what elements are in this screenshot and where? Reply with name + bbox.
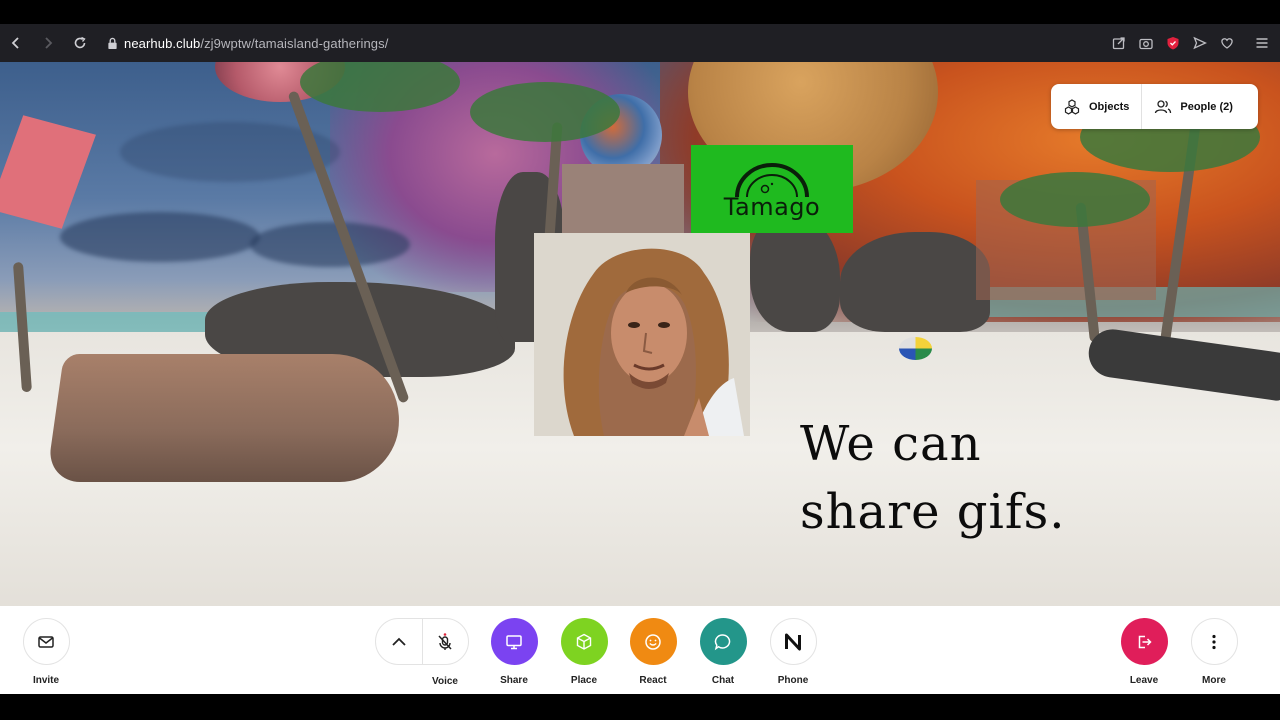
virtual-world-viewport[interactable]: Tamago We can share gifs. Objects People… [0, 62, 1280, 606]
rock [840, 232, 990, 332]
panel-object [562, 164, 684, 244]
voice-button[interactable] [421, 619, 468, 664]
send-icon [1192, 36, 1207, 50]
exit-icon [1138, 635, 1152, 648]
pink-box-object [0, 115, 96, 229]
url-domain: nearhub.club [124, 35, 201, 51]
chat-button[interactable]: Chat [693, 618, 753, 686]
voice-options-button[interactable] [376, 619, 422, 664]
chat-bubble-icon [714, 633, 731, 650]
logo-text: Tamago [723, 193, 821, 221]
place-label: Place [570, 675, 598, 686]
adblock-button[interactable] [1160, 24, 1185, 62]
menu-lines-icon [1256, 38, 1267, 48]
share-label: Share [500, 675, 528, 686]
share-button[interactable]: Share [484, 618, 544, 686]
shared-gif[interactable] [534, 233, 750, 436]
browser-toolbar: nearhub.club/zj9wptw/tamaisland-gatherin… [0, 24, 1280, 62]
screenshot-button[interactable] [1133, 24, 1158, 62]
people-button[interactable]: People (2) [1142, 84, 1245, 129]
phone-label: Phone [777, 675, 809, 686]
reload-icon [74, 36, 86, 49]
share-page-button[interactable] [1106, 24, 1131, 62]
share-page-icon [1112, 37, 1125, 50]
wooden-platform [46, 354, 409, 482]
leave-button[interactable]: Leave [1114, 618, 1174, 686]
leave-circle[interactable] [1120, 618, 1168, 665]
near-logo-icon [785, 633, 801, 650]
camera-icon [1138, 38, 1153, 50]
caption-line-1: We can [800, 416, 982, 472]
caption-text: We can share gifs. [800, 410, 1120, 546]
react-button[interactable]: React [623, 618, 683, 686]
share-circle[interactable] [490, 618, 538, 665]
shield-icon [1167, 37, 1178, 50]
tamago-logo-panel[interactable]: Tamago [691, 145, 853, 233]
caption-line-2: share gifs. [800, 484, 1066, 540]
app-frame: nearhub.club/zj9wptw/tamaisland-gatherin… [0, 0, 1280, 720]
invite-button[interactable]: Invite [16, 618, 76, 686]
cube-icon [576, 633, 592, 650]
leave-label: Leave [1129, 675, 1159, 686]
smile-icon [645, 633, 661, 650]
voice-label: Voice [432, 676, 458, 687]
chat-label: Chat [711, 675, 735, 686]
url-path: /zj9wptw/tamaisland-gatherings/ [200, 35, 389, 51]
mail-icon [38, 635, 54, 648]
react-label: React [639, 675, 667, 686]
favorite-button[interactable] [1214, 24, 1239, 62]
bottom-toolbar: Invite Voice Share Place React Chat Phon… [0, 606, 1280, 694]
more-button[interactable]: More [1184, 618, 1244, 686]
palm-fronds [1000, 172, 1150, 227]
more-circle[interactable] [1190, 618, 1238, 665]
more-label: More [1202, 675, 1226, 686]
objects-label: Objects [1089, 100, 1130, 113]
monitor-icon [506, 634, 522, 649]
objects-button[interactable]: Objects [1051, 84, 1141, 129]
chevron-up-icon [392, 637, 406, 646]
voice-control-group [375, 618, 469, 665]
people-label: People (2) [1180, 100, 1233, 113]
phone-button[interactable]: Phone [763, 618, 823, 686]
place-circle[interactable] [560, 618, 608, 665]
beach-ball[interactable] [899, 337, 932, 360]
heart-icon [1220, 38, 1233, 49]
address-bar[interactable]: nearhub.club/zj9wptw/tamaisland-gatherin… [100, 24, 388, 62]
back-button[interactable] [0, 24, 32, 62]
browser-menu-button[interactable] [1249, 24, 1274, 62]
mic-off-icon [438, 632, 453, 650]
invite-circle[interactable] [22, 618, 70, 665]
reload-button[interactable] [64, 24, 96, 62]
cloud [250, 222, 410, 267]
react-circle[interactable] [629, 618, 677, 665]
letterbox-bottom [0, 694, 1280, 720]
phone-circle[interactable] [769, 618, 817, 665]
chevron-right-icon [45, 37, 53, 49]
place-button[interactable]: Place [554, 618, 614, 686]
chat-circle[interactable] [699, 618, 747, 665]
cloud [60, 212, 260, 262]
forward-button[interactable] [32, 24, 64, 62]
send-button[interactable] [1187, 24, 1212, 62]
gif-portrait-image [534, 233, 750, 436]
browser-actions [1106, 24, 1274, 62]
chevron-left-icon [11, 37, 19, 49]
objects-people-panel: Objects People (2) [1051, 84, 1258, 129]
lock-icon [100, 24, 124, 62]
people-icon [1155, 99, 1172, 113]
vertical-dots-icon [1212, 634, 1216, 649]
invite-label: Invite [32, 675, 60, 686]
cubes-icon [1064, 98, 1080, 115]
url-text: nearhub.club/zj9wptw/tamaisland-gatherin… [124, 36, 388, 51]
palm-fronds [470, 82, 620, 142]
